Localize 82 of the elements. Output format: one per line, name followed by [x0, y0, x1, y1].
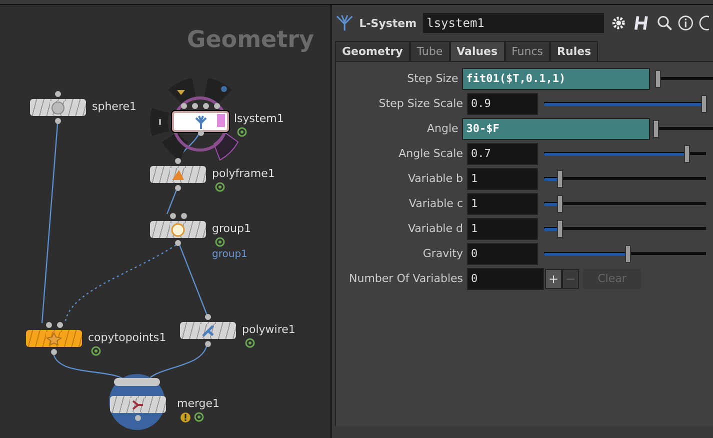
output-connector[interactable] — [205, 341, 211, 347]
merge-icon — [130, 398, 146, 412]
parameter-label: Step Size Scale — [378, 97, 464, 110]
number-field[interactable]: 0.9 — [467, 92, 538, 114]
radial-menu-button[interactable] — [214, 132, 238, 160]
node-tile[interactable] — [30, 99, 86, 116]
number-field[interactable]: 1 — [467, 218, 538, 240]
node-name: group1 — [212, 222, 251, 235]
tab[interactable]: Rules — [550, 41, 598, 61]
warning-icon — [180, 412, 191, 423]
status-icon — [245, 338, 255, 348]
node-name: polywire1 — [242, 323, 296, 336]
parameter-label: Number Of Variables — [348, 272, 464, 285]
tab[interactable]: Funcs — [504, 41, 550, 61]
network-title: Geometry — [186, 27, 314, 53]
tree-icon[interactable] — [336, 14, 354, 32]
parameter-label: Variable c — [408, 197, 464, 210]
slider-handle[interactable] — [653, 120, 660, 138]
radial-menu-button[interactable] — [162, 132, 188, 160]
number-field[interactable]: 0 — [467, 268, 544, 290]
node-name: merge1 — [177, 397, 220, 410]
node-type-label: L-System — [359, 16, 417, 30]
add-button[interactable]: + — [545, 268, 562, 288]
expression-field[interactable]: fit01($T,0.1,1) — [462, 68, 650, 90]
node-tile[interactable] — [110, 396, 166, 413]
output-connector[interactable] — [55, 118, 61, 124]
number-field[interactable]: 0 — [467, 242, 538, 264]
number-field[interactable]: 0.7 — [467, 142, 538, 164]
input-connector[interactable] — [55, 91, 61, 97]
output-connector[interactable] — [175, 185, 181, 191]
radial-menu-button[interactable] — [168, 78, 196, 104]
parameter-label: Variable d — [406, 222, 464, 235]
output-connector[interactable] — [51, 349, 57, 355]
status-icon — [215, 182, 225, 192]
status-icon — [194, 412, 204, 422]
node-tile[interactable] — [172, 111, 229, 132]
parameter-label: Variable b — [406, 172, 464, 185]
parameter-label: Gravity — [422, 247, 464, 260]
slider-handle[interactable] — [557, 170, 564, 188]
node-name: sphere1 — [92, 100, 136, 113]
input-connector[interactable] — [205, 314, 211, 320]
expression-field[interactable]: 30-$F — [462, 118, 650, 140]
tab[interactable]: Geometry — [335, 41, 410, 61]
search-icon[interactable] — [656, 15, 672, 31]
info-icon[interactable] — [678, 15, 694, 31]
flag-marker — [217, 114, 225, 127]
slider-handle[interactable] — [684, 144, 690, 162]
parameter-label: Angle Scale — [398, 147, 464, 160]
output-connector[interactable] — [175, 240, 181, 246]
radial-menu-button[interactable] — [204, 78, 232, 104]
slider-handle[interactable] — [655, 70, 662, 88]
status-icon — [237, 127, 247, 137]
parameter-label: Step Size — [406, 72, 460, 85]
tab[interactable]: Values — [450, 41, 505, 61]
node-name: lsystem1 — [234, 112, 284, 125]
node-tile[interactable] — [180, 322, 236, 339]
group-label: group1 — [212, 249, 248, 260]
node-tile[interactable] — [150, 166, 206, 183]
tab[interactable]: Tube — [410, 41, 450, 61]
branch-icon — [200, 324, 216, 338]
settings-icon[interactable] — [610, 14, 628, 32]
number-field[interactable]: 1 — [467, 192, 538, 214]
node-name: polyframe1 — [212, 167, 275, 180]
triangle-icon — [170, 168, 186, 182]
node-tile[interactable] — [26, 330, 82, 347]
node-name: copytopoints1 — [88, 331, 166, 344]
number-field[interactable]: 1 — [467, 168, 538, 190]
help-h-icon[interactable] — [634, 14, 651, 32]
slider-handle[interactable] — [701, 94, 708, 112]
slider-handle[interactable] — [557, 194, 564, 212]
parameter-label: Angle — [426, 122, 460, 135]
input-connector[interactable] — [175, 158, 181, 164]
status-icon — [215, 237, 225, 247]
slider-handle[interactable] — [557, 220, 564, 238]
slider-handle[interactable] — [625, 244, 632, 262]
circle-icon — [170, 222, 186, 236]
radial-menu-button[interactable] — [150, 108, 169, 136]
node-name-field[interactable]: lsystem1 — [422, 13, 604, 33]
status-icon — [91, 346, 101, 356]
sphere-icon — [50, 100, 66, 114]
star-icon — [46, 332, 62, 346]
node-tile[interactable] — [150, 221, 206, 238]
